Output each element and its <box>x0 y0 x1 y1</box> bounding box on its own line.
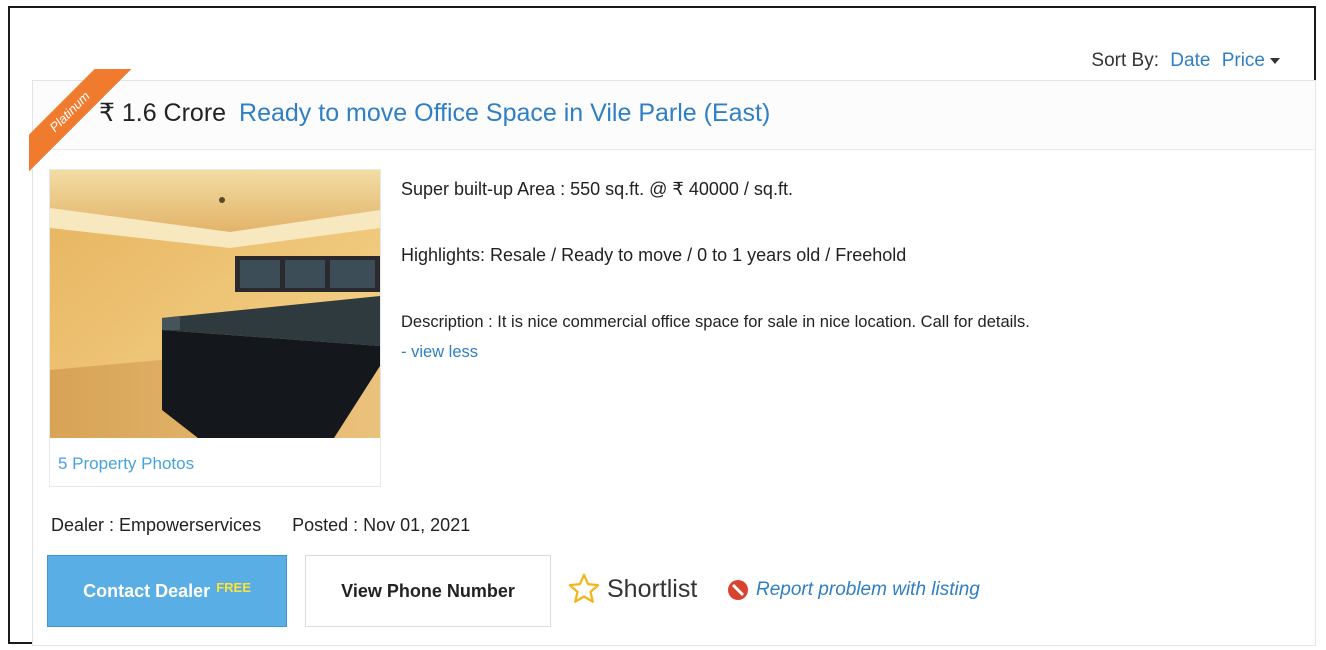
highlights: Highlights: Resale / Ready to move / 0 t… <box>401 245 907 265</box>
property-photo[interactable] <box>50 170 380 438</box>
description-text: It is nice commercial office space for s… <box>497 313 1030 331</box>
sort-option-price-label: Price <box>1221 50 1265 71</box>
listing-title: ₹ 1.6 Crore Ready to move Office Space i… <box>99 98 770 128</box>
dealer-name: Dealer : Empowerservices <box>51 515 262 535</box>
report-problem-label: Report problem with listing <box>756 579 980 600</box>
listing-card: ₹ 1.6 Crore Ready to move Office Space i… <box>29 69 1316 646</box>
contact-dealer-button[interactable]: Contact Dealer FREE <box>47 555 287 627</box>
report-icon <box>728 580 748 600</box>
contact-dealer-label: Contact Dealer <box>83 580 211 601</box>
description-label: Description : <box>401 313 493 331</box>
report-problem-link[interactable]: Report problem with listing <box>727 575 980 605</box>
shortlist-button[interactable]: Shortlist <box>567 567 697 611</box>
posted-date: Posted : Nov 01, 2021 <box>292 515 471 535</box>
free-badge: FREE <box>216 579 251 595</box>
property-photos-link[interactable]: 5 Property Photos <box>58 454 194 474</box>
star-outline-icon <box>568 573 600 603</box>
listing-frame: Sort By: Date Price ₹ 1.6 Crore Ready to… <box>8 6 1316 646</box>
sort-option-price[interactable]: Price <box>1222 50 1280 71</box>
view-less-link[interactable]: - view less <box>401 343 478 362</box>
caret-down-icon <box>1270 57 1280 64</box>
super-built-up-area: Super built-up Area : 550 sq.ft. @ ₹ 400… <box>401 179 793 199</box>
office-photo-image <box>50 170 380 438</box>
photo-box: 5 Property Photos <box>49 169 381 487</box>
sort-bar: Sort By: Date Price <box>1091 50 1280 72</box>
listing-title-row: ₹ 1.6 Crore Ready to move Office Space i… <box>33 81 1315 150</box>
sort-label: Sort By: <box>1091 50 1159 71</box>
listing-meta: Dealer : Empowerservices Posted : Nov 01… <box>51 515 470 536</box>
shortlist-label: Shortlist <box>607 574 698 603</box>
view-phone-number-button[interactable]: View Phone Number <box>305 555 551 627</box>
listing-headline-link[interactable]: Ready to move Office Space in Vile Parle… <box>239 99 770 127</box>
sort-option-date[interactable]: Date <box>1170 50 1210 71</box>
description: Description : It is nice commercial offi… <box>401 313 1030 332</box>
platinum-badge: Platinum <box>29 69 133 175</box>
